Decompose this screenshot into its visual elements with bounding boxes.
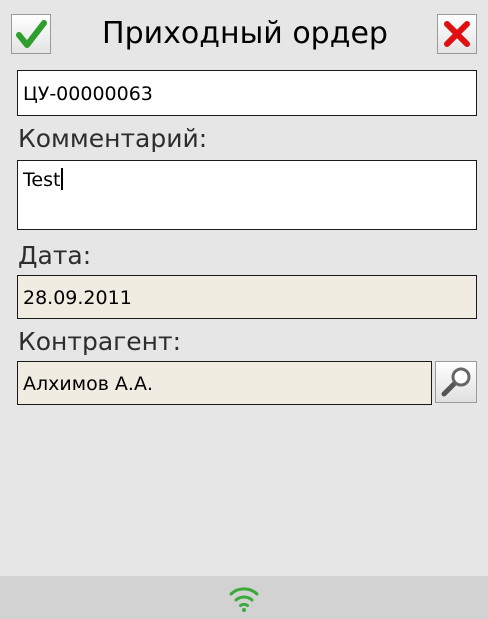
header-bar: Приходный ордер <box>0 0 488 64</box>
date-field[interactable]: 28.09.2011 <box>17 275 477 319</box>
magnifier-icon <box>441 367 471 397</box>
ok-button[interactable] <box>11 14 51 54</box>
comment-label: Комментарий: <box>18 124 208 153</box>
checkmark-icon <box>16 20 47 48</box>
text-caret <box>61 168 64 190</box>
wifi-icon <box>229 587 259 612</box>
date-value: 28.09.2011 <box>23 287 132 309</box>
counterparty-field[interactable]: Алхимов А.А. <box>17 361 432 405</box>
document-number-field[interactable]: ЦУ-00000063 <box>17 70 477 116</box>
comment-value: Test <box>23 169 61 191</box>
status-bar <box>0 576 488 619</box>
close-button[interactable] <box>437 14 477 54</box>
form-screen: Приходный ордер ЦУ-00000063 Комментарий:… <box>0 0 488 619</box>
counterparty-value: Алхимов А.А. <box>23 373 154 395</box>
close-icon <box>444 21 470 47</box>
comment-field[interactable]: Test <box>17 160 477 230</box>
counterparty-label: Контрагент: <box>18 327 181 356</box>
counterparty-lookup-button[interactable] <box>435 361 477 403</box>
page-title: Приходный ордер <box>102 16 388 51</box>
date-label: Дата: <box>18 241 92 270</box>
document-number-value: ЦУ-00000063 <box>23 83 153 105</box>
